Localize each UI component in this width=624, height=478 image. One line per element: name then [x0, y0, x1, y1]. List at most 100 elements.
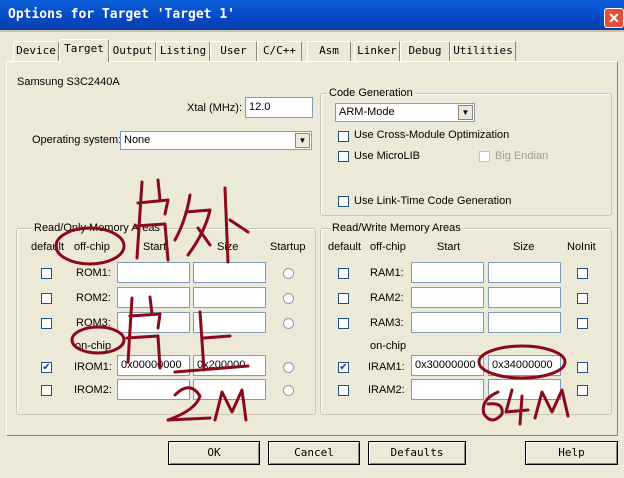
- os-select[interactable]: None ▼: [120, 131, 312, 150]
- rw-header-offchip: off-chip: [370, 241, 406, 253]
- ram2-label: RAM2:: [370, 292, 404, 304]
- microlib-label: Use MicroLIB: [354, 150, 421, 162]
- ram1-noinit-checkbox[interactable]: [577, 268, 588, 279]
- ro-header-start: Start: [143, 241, 167, 253]
- close-button[interactable]: ✕: [604, 8, 624, 28]
- rw-title: Read/Write Memory Areas: [330, 222, 463, 234]
- rw-header-start: Start: [437, 241, 461, 253]
- tab-linker[interactable]: Linker: [354, 41, 400, 61]
- irom1-label: IROM1:: [74, 361, 112, 373]
- irom2-label: IROM2:: [74, 384, 112, 396]
- mode-value: ARM-Mode: [339, 106, 395, 118]
- ram2-default-checkbox[interactable]: [338, 293, 349, 304]
- rom1-label: ROM1:: [76, 267, 111, 279]
- rw-header-default: default: [328, 241, 362, 253]
- irom2-startup-radio[interactable]: [283, 385, 294, 396]
- ram3-size-input[interactable]: [488, 312, 561, 333]
- cancel-button[interactable]: Cancel: [268, 441, 360, 465]
- rom1-default-checkbox[interactable]: [41, 268, 52, 279]
- ram1-label: RAM1:: [370, 267, 404, 279]
- rom1-startup-radio[interactable]: [283, 268, 294, 279]
- ro-header-default: default: [31, 241, 65, 253]
- irom2-start-input[interactable]: [117, 379, 190, 400]
- link-time-checkbox[interactable]: [338, 196, 349, 207]
- ram1-size-input[interactable]: [488, 262, 561, 283]
- chevron-down-icon: ▼: [458, 105, 473, 120]
- xtal-label: Xtal (MHz):: [187, 102, 242, 114]
- irom1-default-checkbox[interactable]: ✔: [41, 362, 52, 373]
- rw-onchip-label: on-chip: [370, 340, 407, 352]
- microlib-checkbox[interactable]: [338, 151, 349, 162]
- device-name: Samsung S3C2440A: [17, 76, 120, 88]
- tab-debug[interactable]: Debug: [400, 41, 450, 61]
- iram2-noinit-checkbox[interactable]: [577, 385, 588, 396]
- chevron-down-icon: ▼: [295, 133, 310, 148]
- tab-asm[interactable]: Asm: [307, 41, 351, 61]
- irom1-startup-radio[interactable]: [283, 362, 294, 373]
- rom3-start-input[interactable]: [117, 312, 190, 333]
- ram1-start-input[interactable]: [411, 262, 484, 283]
- irom2-size-input[interactable]: [193, 379, 266, 400]
- ro-header-size: Size: [217, 241, 239, 253]
- xtal-input[interactable]: 12.0: [245, 97, 313, 118]
- tab-target[interactable]: Target: [59, 39, 109, 62]
- ram3-default-checkbox[interactable]: [338, 318, 349, 329]
- tab-c-cpp[interactable]: C/C++: [257, 41, 302, 61]
- defaults-button[interactable]: Defaults: [368, 441, 466, 465]
- cross-module-label: Use Cross-Module Optimization: [354, 129, 510, 141]
- iram2-label: IRAM2:: [368, 384, 405, 396]
- rom1-start-input[interactable]: [117, 262, 190, 283]
- ram2-noinit-checkbox[interactable]: [577, 293, 588, 304]
- rom2-default-checkbox[interactable]: [41, 293, 52, 304]
- window-title: Options for Target 'Target 1': [8, 7, 235, 22]
- iram2-size-input[interactable]: [488, 379, 561, 400]
- tab-device[interactable]: Device: [13, 41, 59, 61]
- rom3-startup-radio[interactable]: [283, 318, 294, 329]
- ro-header-offchip: off-chip: [74, 241, 110, 253]
- ram3-label: RAM3:: [370, 317, 404, 329]
- cross-module-checkbox[interactable]: [338, 131, 349, 142]
- title-divider: [0, 30, 624, 32]
- ram3-start-input[interactable]: [411, 312, 484, 333]
- tab-user[interactable]: User: [210, 41, 257, 61]
- rom3-default-checkbox[interactable]: [41, 318, 52, 329]
- mode-select[interactable]: ARM-Mode ▼: [335, 103, 475, 122]
- rom3-size-input[interactable]: [193, 312, 266, 333]
- link-time-label: Use Link-Time Code Generation: [354, 195, 512, 207]
- ro-title: Read/Only Memory Areas: [32, 222, 162, 234]
- iram1-size-input[interactable]: 0x34000000: [488, 355, 561, 376]
- help-button[interactable]: Help: [525, 441, 618, 465]
- rom2-start-input[interactable]: [117, 287, 190, 308]
- ram3-noinit-checkbox[interactable]: [577, 318, 588, 329]
- ram1-default-checkbox[interactable]: [338, 268, 349, 279]
- rw-header-noinit: NoInit: [567, 241, 596, 253]
- irom1-size-input[interactable]: 0x200000: [193, 355, 266, 376]
- rom1-size-input[interactable]: [193, 262, 266, 283]
- rom2-label: ROM2:: [76, 292, 111, 304]
- irom2-default-checkbox[interactable]: [41, 385, 52, 396]
- iram1-start-input[interactable]: 0x30000000: [411, 355, 484, 376]
- iram2-start-input[interactable]: [411, 379, 484, 400]
- iram1-label: IRAM1:: [368, 361, 405, 373]
- big-endian-label: Big Endian: [495, 150, 549, 162]
- rom3-label: ROM3:: [76, 317, 111, 329]
- os-value: None: [124, 134, 151, 146]
- os-label: Operating system:: [32, 134, 122, 146]
- iram1-noinit-checkbox[interactable]: [577, 362, 588, 373]
- rom2-size-input[interactable]: [193, 287, 266, 308]
- ram2-size-input[interactable]: [488, 287, 561, 308]
- ram2-start-input[interactable]: [411, 287, 484, 308]
- rom2-startup-radio[interactable]: [283, 293, 294, 304]
- tab-utilities[interactable]: Utilities: [450, 41, 516, 61]
- tab-output[interactable]: Output: [109, 41, 156, 61]
- irom1-start-input[interactable]: 0x00000000: [117, 355, 190, 376]
- big-endian-checkbox[interactable]: [479, 151, 490, 162]
- code-gen-title: Code Generation: [327, 87, 415, 99]
- iram1-default-checkbox[interactable]: ✔: [338, 362, 349, 373]
- rw-header-size: Size: [513, 241, 535, 253]
- tab-listing[interactable]: Listing: [156, 41, 210, 61]
- ro-onchip-label: on-chip: [75, 340, 112, 352]
- ok-button[interactable]: OK: [168, 441, 260, 465]
- iram2-default-checkbox[interactable]: [338, 385, 349, 396]
- ro-header-startup: Startup: [270, 241, 306, 253]
